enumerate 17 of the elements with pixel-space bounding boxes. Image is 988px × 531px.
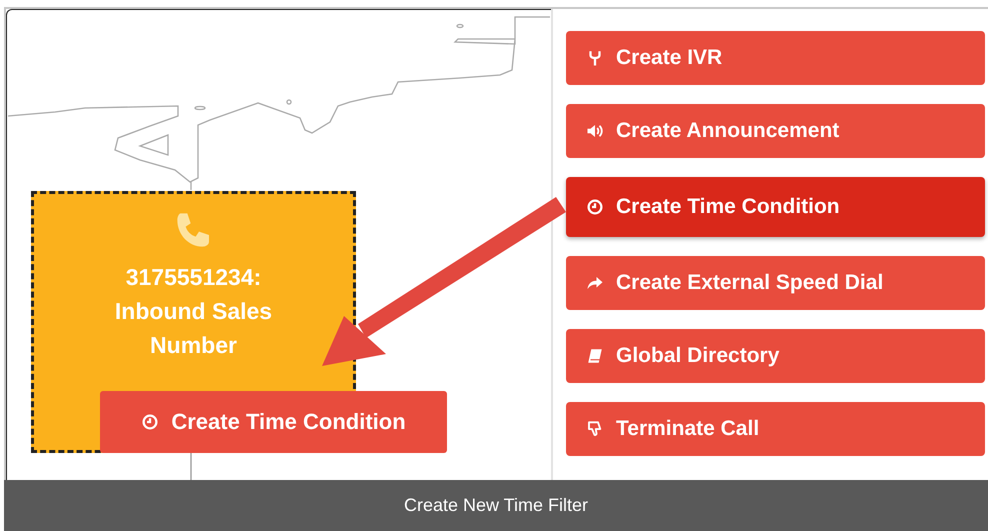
action-button[interactable]: Create External Speed Dial — [566, 256, 985, 310]
action-button[interactable]: Terminate Call — [566, 402, 985, 456]
time-condition-menu[interactable]: Create Time Condition — [100, 391, 447, 453]
action-button[interactable]: Create IVR — [566, 31, 985, 85]
connector-line — [190, 452, 192, 480]
clock-icon — [141, 413, 160, 431]
action-button[interactable]: Create Time Condition — [566, 177, 985, 237]
thumbs-down-icon — [586, 420, 604, 438]
action-button[interactable]: Create Announcement — [566, 104, 985, 158]
book-icon — [586, 347, 604, 365]
clock-icon — [586, 198, 604, 216]
node-label: Number — [150, 331, 237, 360]
node-label: Inbound Sales — [114, 297, 272, 326]
action-button[interactable]: Global Directory — [566, 329, 985, 383]
caption: Create New Time Filter — [4, 480, 988, 531]
node-label: 3175551234: — [126, 263, 262, 292]
speaker-icon — [586, 122, 604, 140]
